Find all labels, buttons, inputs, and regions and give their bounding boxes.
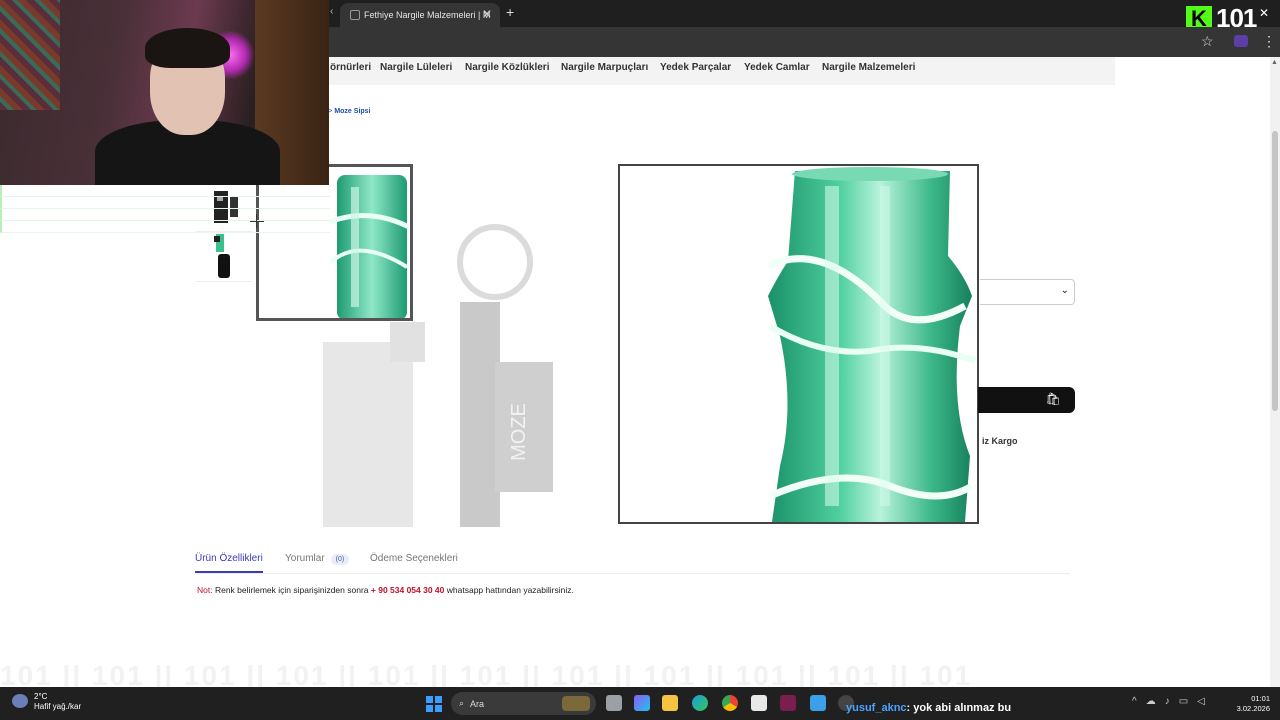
windows-taskbar: 2°C Hafif yağ./kar ⌕ Ara yusuf_aknc: yok…	[0, 687, 1280, 720]
window-close-icon[interactable]: ✕	[1259, 6, 1269, 20]
taskbar-clock[interactable]: 01:01 3.02.2026	[1232, 694, 1270, 714]
product-tabs: Ürün Özellikleri Yorumlar (0) Ödeme Seçen…	[195, 548, 1070, 574]
taskbar-search[interactable]: ⌕ Ara	[451, 692, 596, 715]
scrollbar-thumb[interactable]	[1272, 131, 1278, 411]
page-scrollbar[interactable]: ▲	[1270, 57, 1280, 687]
browser-menu-icon[interactable]: ⋮	[1262, 33, 1276, 50]
bookmark-star-icon[interactable]: ☆	[1201, 33, 1214, 50]
webcam-background-cloth	[0, 0, 60, 110]
breadcrumb: r > Moze Sipsi	[324, 108, 371, 115]
faded-sidebar-list	[0, 185, 330, 235]
chat-username: yusuf_aknc	[846, 702, 907, 714]
windows-start-icon[interactable]	[426, 696, 442, 712]
faded-list-item	[0, 209, 330, 221]
add-to-cart-button[interactable]: 🛍	[978, 387, 1075, 413]
weather-icon	[12, 694, 28, 708]
nav-item-kozlukler[interactable]: Nargile Közlükleri	[465, 62, 549, 73]
task-view-icon[interactable]	[606, 695, 622, 711]
nav-item-yedek-camlar[interactable]: Yedek Camlar	[744, 62, 810, 73]
store-icon[interactable]	[751, 695, 767, 711]
color-select[interactable]: ⌄	[980, 279, 1075, 305]
thumbnail-image	[214, 233, 230, 278]
tab-reviews-label: Yorumlar	[285, 553, 325, 564]
tab-close-icon[interactable]: ✕	[482, 7, 492, 21]
edge-icon[interactable]	[692, 695, 708, 711]
search-placeholder: Ara	[470, 698, 485, 709]
crosshair-cursor-icon	[250, 214, 264, 228]
faded-list-item	[0, 185, 330, 197]
scroll-up-arrow-icon[interactable]: ▲	[1271, 59, 1278, 66]
weather-widget[interactable]: 2°C Hafif yağ./kar	[12, 692, 81, 712]
tray-overflow-icon[interactable]: ^	[1132, 696, 1137, 707]
nav-item-hazneler[interactable]: örnürleri	[330, 62, 371, 73]
browser-tab-active[interactable]: Fethiye Nargile Malzemeleri | M ✕	[340, 3, 500, 27]
zoom-preview	[618, 164, 979, 524]
weather-description: Hafif yağ./kar	[34, 702, 82, 711]
extension-icon[interactable]	[1234, 35, 1248, 47]
chrome-icon[interactable]	[722, 695, 738, 711]
free-shipping-text: iz Kargo	[982, 436, 1018, 446]
tab-title: Fethiye Nargile Malzemeleri | M	[364, 10, 491, 20]
faded-list-item	[0, 221, 330, 233]
network-icon[interactable]: ▭	[1179, 696, 1188, 707]
copilot-icon[interactable]	[634, 695, 650, 711]
product-thumbnail-2[interactable]	[196, 232, 252, 282]
photos-icon[interactable]	[810, 695, 826, 711]
tab-scroll-left-icon[interactable]: ‹	[330, 6, 333, 17]
chevron-down-icon: ⌄	[1060, 285, 1069, 296]
app-icon[interactable]	[780, 695, 796, 711]
product-note: Not: Renk belirlemek için siparişinizden…	[197, 585, 574, 595]
volume-icon[interactable]: ◁	[1197, 696, 1205, 707]
tab-payment-options[interactable]: Ödeme Seçenekleri	[370, 553, 458, 564]
note-label: Not:	[197, 585, 213, 595]
background-brand-text: MOZE	[508, 403, 530, 461]
nav-item-luleler[interactable]: Nargile Lüleleri	[380, 62, 452, 73]
chat-overlay-message: yusuf_aknc: yok abi alınmaz bu	[846, 702, 1011, 714]
search-highlight-image	[562, 696, 590, 711]
reviews-count-badge: (0)	[330, 554, 350, 565]
breadcrumb-current[interactable]: Moze Sipsi	[334, 108, 370, 115]
chat-text: : yok abi alınmaz bu	[906, 702, 1012, 714]
clock-time: 01:01	[1251, 694, 1270, 703]
nav-item-yedek-parcalar[interactable]: Yedek Parçalar	[660, 62, 731, 73]
cloud-icon[interactable]: ☁	[1146, 696, 1156, 707]
new-tab-button[interactable]: +	[506, 4, 514, 20]
note-text-before: Renk belirlemek için siparişinizden sonr…	[214, 585, 369, 595]
favicon-icon	[350, 10, 360, 20]
zoomed-product-image	[766, 167, 977, 522]
file-explorer-icon[interactable]	[662, 695, 678, 711]
note-text-after: whatsapp hattından yazabilirsiniz.	[446, 585, 574, 595]
nav-item-marpuclar[interactable]: Nargile Marpuçları	[561, 62, 648, 73]
stream-watermark: 101 || 101 || 101 || 101 || 101 || 101 |…	[0, 660, 973, 687]
clock-date: 3.02.2026	[1236, 704, 1270, 713]
screen: ‹ Fethiye Nargile Malzemeleri | M ✕ + K …	[0, 0, 1280, 720]
streamer-webcam	[0, 0, 329, 185]
temperature: 2°C	[34, 692, 48, 701]
system-tray: ^ ☁ ♪ ▭ ◁	[1132, 696, 1205, 707]
whatsapp-phone[interactable]: + 90 534 054 30 40	[371, 585, 445, 595]
faded-list-item	[0, 197, 330, 209]
nav-item-malzemeler[interactable]: Nargile Malzemeleri	[822, 62, 915, 73]
webcam-person-hair	[145, 28, 230, 68]
shopping-bag-icon: 🛍	[1045, 392, 1061, 406]
tab-reviews[interactable]: Yorumlar (0)	[285, 553, 350, 565]
tab-product-features[interactable]: Ürün Özellikleri	[195, 553, 263, 573]
search-icon: ⌕	[459, 698, 465, 708]
microphone-icon[interactable]: ♪	[1165, 696, 1170, 707]
